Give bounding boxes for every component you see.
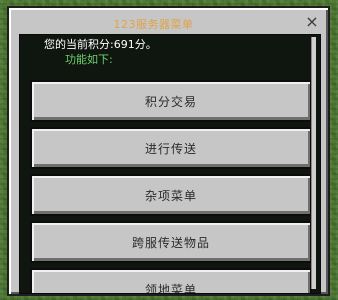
menu-content-panel[interactable]: 您的当前积分:691分。 功能如下: 积分交易 进行传送 杂项菜单 跨服传送物品… <box>19 34 321 294</box>
land-menu-button[interactable]: 领地菜单 <box>30 268 312 293</box>
scrollbar-thumb[interactable] <box>311 37 316 289</box>
server-menu-dialog: 123服务器菜单 × 您的当前积分:691分。 功能如下: 积分交易 进行传送 … <box>7 6 330 296</box>
misc-menu-button[interactable]: 杂项菜单 <box>30 174 312 216</box>
scrollbar-track[interactable] <box>311 37 316 289</box>
features-heading: 功能如下: <box>65 53 113 66</box>
teleport-button[interactable]: 进行传送 <box>30 127 312 169</box>
points-trade-button[interactable]: 积分交易 <box>30 80 312 122</box>
close-icon[interactable]: × <box>302 11 322 31</box>
dialog-title: 123服务器菜单 <box>113 18 194 31</box>
cross-server-transfer-button[interactable]: 跨服传送物品 <box>30 221 312 263</box>
points-text: 您的当前积分:691分。 <box>44 38 157 51</box>
